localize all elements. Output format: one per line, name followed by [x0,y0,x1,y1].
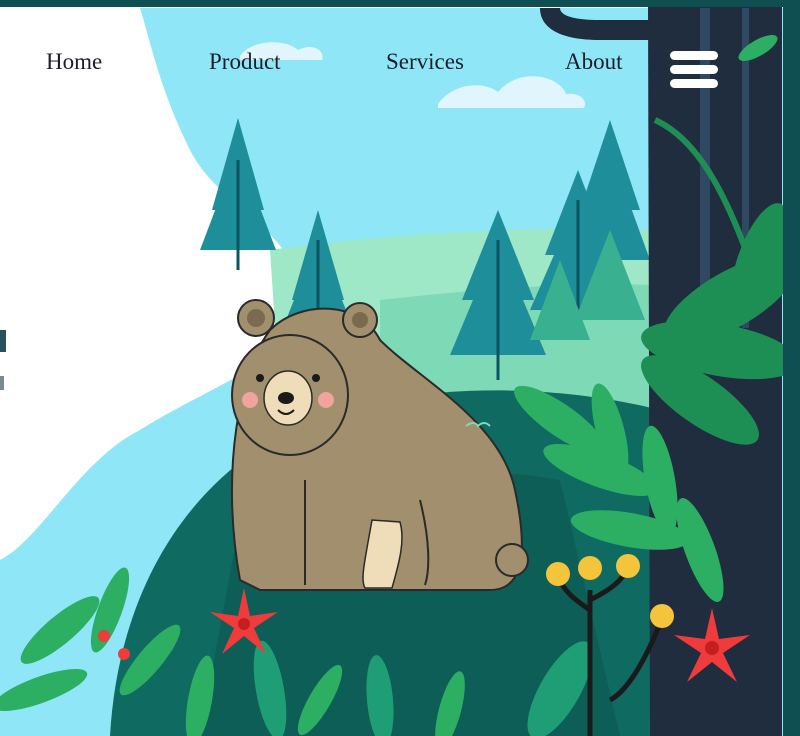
menu-bar [670,79,718,88]
nav-link-home[interactable]: Home [46,46,102,78]
nav-link-about[interactable]: About [565,46,623,78]
nav-link-services[interactable]: Services [386,46,464,78]
top-frame-border [0,0,800,7]
menu-bar [670,51,718,60]
nav-link-product[interactable]: Product [209,46,281,78]
right-frame-border [783,0,800,736]
forest-bear-illustration [0,0,800,736]
hamburger-menu-icon[interactable] [668,51,720,93]
menu-bar [670,65,718,74]
cropped-text-fragment [0,330,6,352]
cropped-text-fragment [0,376,4,390]
landing-hero: Home Product Services About [0,0,800,736]
